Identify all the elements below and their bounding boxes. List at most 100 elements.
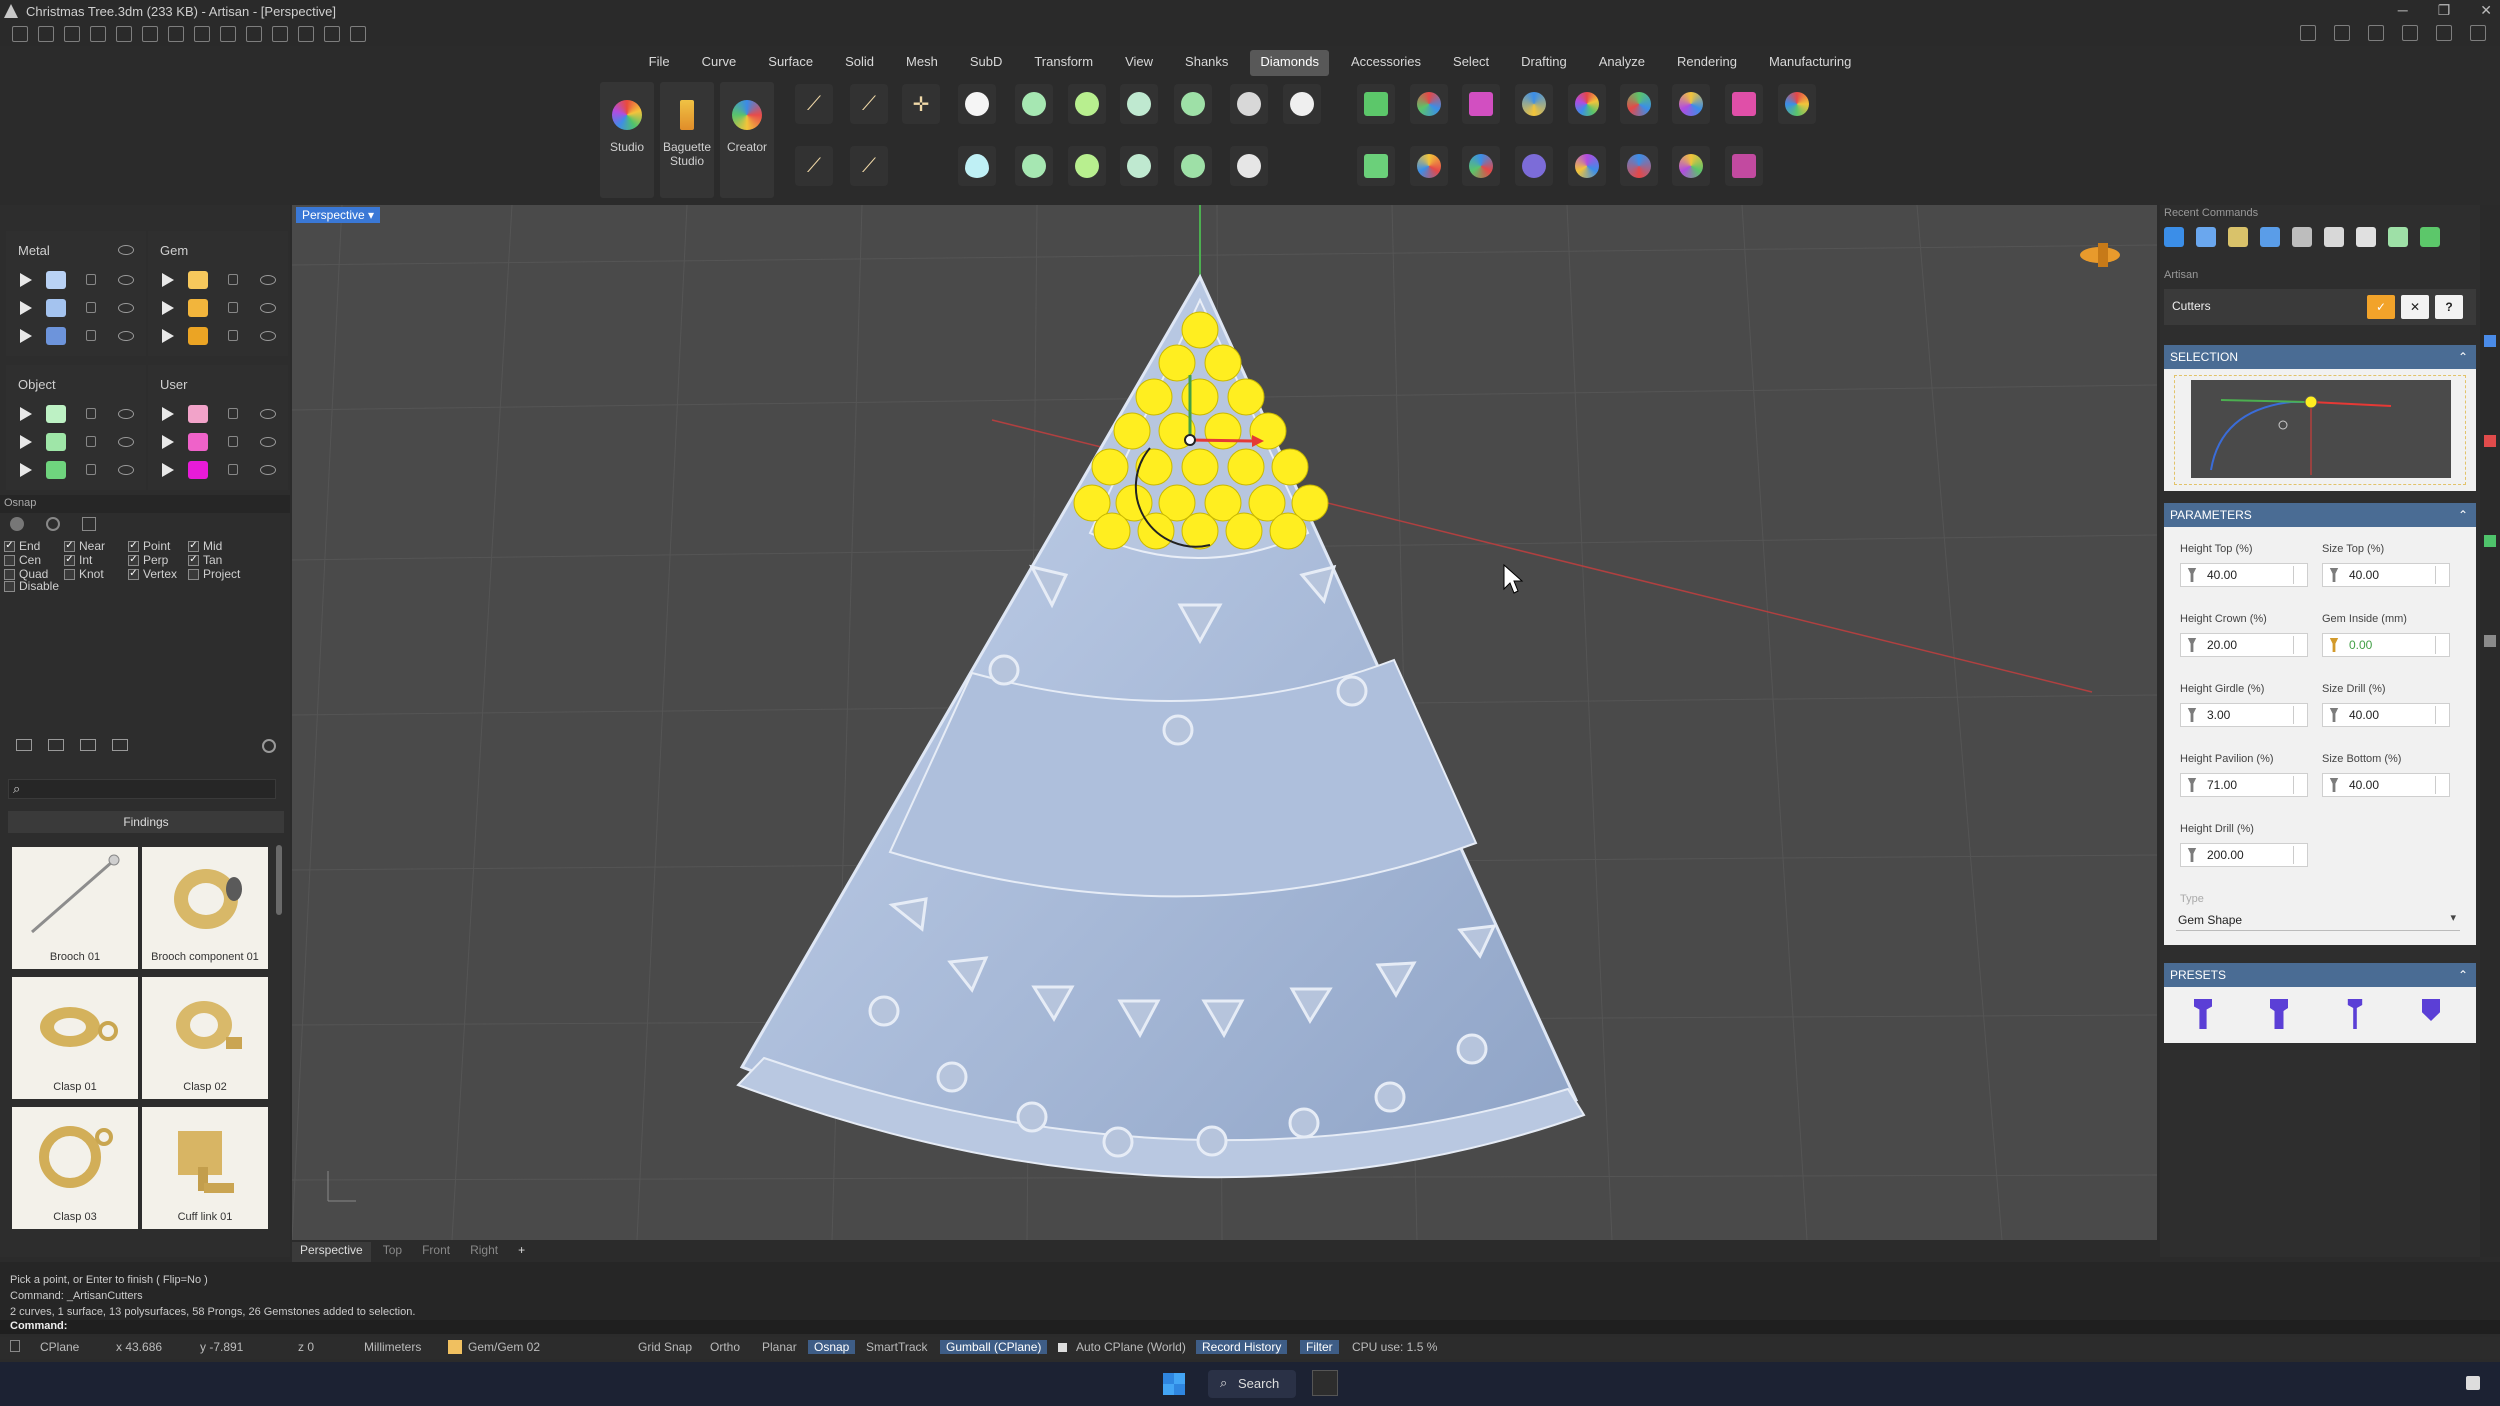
color-swatch[interactable] [188,299,208,317]
recent-command-icon[interactable] [2324,227,2344,247]
cutter-13-button[interactable] [1620,146,1658,186]
metal-layer-row[interactable] [6,267,146,293]
param-input[interactable]: 40.00 [2322,773,2450,797]
taskbar-search[interactable]: ⌕ Search [1208,1370,1296,1398]
osnap-cen[interactable]: Cen [4,553,41,567]
metal-layer-row[interactable] [6,295,146,321]
spinner[interactable] [2293,706,2305,724]
gems-curve-3-button[interactable]: ⟋ [850,146,888,186]
cutter-6-button[interactable] [1672,84,1710,124]
cutter-9-button[interactable] [1410,146,1448,186]
osnap-knot[interactable]: Knot [64,567,104,581]
lock-icon[interactable] [228,436,238,447]
setting-7-button[interactable] [1120,146,1158,186]
library-folder-icon[interactable] [16,739,32,751]
cutter-4-button[interactable] [1568,84,1606,124]
gems-on-curve-button[interactable]: ⟋ [795,84,833,124]
oval-gem-button[interactable] [958,146,996,186]
eye-icon[interactable] [260,437,276,447]
grid-snap-toggle[interactable]: Grid Snap [638,1340,692,1354]
recent-command-icon[interactable] [2292,227,2312,247]
eye-icon[interactable] [260,275,276,285]
color-swatch[interactable] [188,271,208,289]
notification-icon[interactable] [2466,1376,2480,1390]
rotate-icon[interactable] [298,26,314,42]
layer-color-swatch[interactable] [448,1340,462,1354]
library-refresh-icon[interactable] [262,739,276,753]
play-icon[interactable] [20,435,32,449]
tab-front[interactable]: Front [414,1242,458,1262]
menu-mesh[interactable]: Mesh [896,50,948,76]
checkbox[interactable] [4,568,15,580]
osnap-near[interactable]: ✓ Near [64,539,105,553]
community-icon[interactable] [2368,25,2384,41]
spinner[interactable] [2435,706,2447,724]
preset-cutter-4-icon[interactable] [2422,999,2440,1021]
gemstone[interactable] [1204,412,1242,450]
spinner[interactable] [2293,776,2305,794]
cutter-11-button[interactable] [1515,146,1553,186]
eye-icon[interactable] [118,437,134,447]
gemstone[interactable] [1093,512,1131,550]
info-icon[interactable] [2334,25,2350,41]
osnap-mid[interactable]: ✓ Mid [188,539,222,553]
gems-curve-2-button[interactable]: ⟋ [795,146,833,186]
setting-8-button[interactable] [1174,146,1212,186]
eye-icon[interactable] [118,331,134,341]
render-icon[interactable] [2300,25,2316,41]
spinner[interactable] [2435,636,2447,654]
scale-icon[interactable] [324,26,340,42]
help-icon[interactable] [2402,25,2418,41]
color-swatch[interactable] [46,327,66,345]
eye-icon[interactable] [118,275,134,285]
view-navigation-icon[interactable] [2080,243,2120,267]
color-swatch[interactable] [188,327,208,345]
object-layer-row[interactable] [6,401,146,427]
auto-cplane-checkbox[interactable] [1058,1343,1067,1352]
osnap-toggle-icon[interactable] [10,517,24,531]
param-input[interactable]: 40.00 [2322,703,2450,727]
checkbox[interactable] [4,580,15,592]
play-icon[interactable] [20,463,32,477]
collapse-icon[interactable]: ⌃ [2458,503,2468,527]
preset-cutter-1-icon[interactable] [2194,999,2212,1029]
gemstone[interactable] [1181,448,1219,486]
checkbox[interactable]: ✓ [64,554,75,566]
gem-layer-row[interactable] [148,267,288,293]
perspective-viewport[interactable]: Perspective ▾ [292,205,2157,1240]
ortho-toggle[interactable]: Ortho [710,1340,740,1354]
menu-analyze[interactable]: Analyze [1589,50,1655,76]
lock-icon[interactable] [86,274,96,285]
filter-toggle[interactable]: Filter [1300,1340,1339,1354]
play-icon[interactable] [162,301,174,315]
add-viewport-icon[interactable]: + [510,1242,533,1262]
setting-5-button[interactable] [1015,146,1053,186]
gemstone[interactable] [1181,512,1219,550]
new-file-icon[interactable] [12,26,28,42]
link-icon[interactable] [2436,25,2452,41]
save-icon[interactable] [168,26,184,42]
prong-button[interactable] [1357,84,1395,124]
lock-icon[interactable] [228,408,238,419]
osnap-toggle[interactable]: Osnap [808,1340,856,1354]
finding-card[interactable]: Clasp 01 [12,977,138,1099]
new-template-icon[interactable] [38,26,54,42]
gemstone[interactable] [1135,378,1173,416]
color-swatch[interactable] [46,299,66,317]
cutter-2-button[interactable] [1462,84,1500,124]
checkbox[interactable]: ✓ [128,568,139,580]
gemstone[interactable] [1269,512,1307,550]
finding-card[interactable]: Clasp 03 [12,1107,138,1229]
size-drill-field[interactable]: Size Drill (%) 40.00 [2322,683,2462,739]
baguette-studio-button[interactable]: Baguette Studio [660,82,714,198]
osnap-perp[interactable]: ✓ Perp [128,553,168,567]
menu-diamonds[interactable]: Diamonds [1250,50,1329,76]
gems-cross-button[interactable]: ✛ [902,84,940,124]
gem-inside-field[interactable]: Gem Inside (mm) 0.00 [2322,613,2462,669]
cutter-10-button[interactable] [1462,146,1500,186]
artisan-taskbar-icon[interactable] [1312,1370,1338,1396]
osnap-int[interactable]: ✓ Int [64,553,92,567]
osnap-vertex[interactable]: ✓ Vertex [128,567,177,581]
param-input[interactable]: 200.00 [2180,843,2308,867]
parameters-section-header[interactable]: PARAMETERS ⌃ [2164,503,2476,527]
